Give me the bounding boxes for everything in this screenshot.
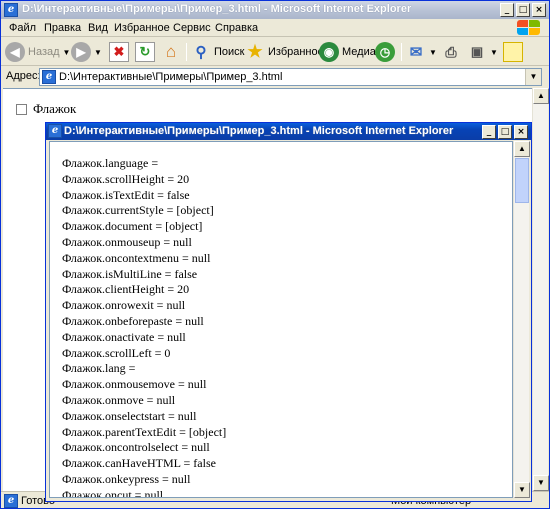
popup-window-title: D:\Интерактивные\Примеры\Пример_3.html -…: [64, 125, 454, 137]
mail-icon: ✉: [409, 44, 423, 61]
property-line: Флажок.onmousemove = null: [62, 377, 207, 392]
menu-help[interactable]: Справка: [215, 22, 258, 34]
property-line: Флажок.isTextEdit = false: [62, 187, 190, 202]
chevron-down-icon[interactable]: ▼: [490, 48, 498, 57]
discuss-button[interactable]: [503, 41, 523, 63]
property-line: Флажок.oncontextmenu = null: [62, 250, 211, 265]
address-label: Адрес:: [6, 70, 41, 82]
flag-checkbox[interactable]: [16, 103, 27, 115]
chevron-down-icon[interactable]: ▼: [63, 48, 71, 57]
popup-content: Флажок.language = Флажок.scrollHeight = 2…: [49, 141, 513, 498]
back-label: Назад: [28, 46, 60, 58]
mail-button[interactable]: ✉ ▼: [406, 41, 437, 63]
ie-status-icon: e: [4, 494, 18, 508]
search-icon: ⚲: [195, 44, 207, 61]
maximize-button[interactable]: □: [516, 3, 530, 17]
property-line: Флажок.scrollHeight = 20: [62, 171, 190, 186]
property-line: Флажок.clientHeight = 20: [62, 282, 190, 297]
home-icon: ⌂: [165, 42, 177, 61]
property-line: Флажок.isMultiLine = false: [62, 266, 198, 281]
property-line: Флажок.oncut = null: [62, 487, 164, 498]
forward-button[interactable]: ▶ ▼: [71, 41, 102, 63]
note-icon: [503, 42, 523, 62]
address-value: D:\Интерактивные\Примеры\Пример_3.html: [59, 71, 283, 83]
windows-logo-icon: [517, 20, 543, 36]
popup-vertical-scrollbar[interactable]: ▲ ▼: [513, 141, 530, 498]
menu-favorites[interactable]: Избранное: [114, 22, 170, 34]
search-button[interactable]: ⚲ Поиск: [191, 41, 245, 63]
property-line: Флажок.lang =: [62, 361, 136, 376]
chevron-down-icon[interactable]: ▼: [94, 48, 102, 57]
edit-icon: ▣: [470, 44, 484, 59]
property-line: Флажок.onmouseup = null: [62, 234, 192, 249]
stop-button[interactable]: ✖: [109, 41, 129, 63]
menu-bar: Файл Правка Вид Избранное Сервис Справка: [1, 19, 549, 37]
property-line: Флажок.onrowexit = null: [62, 298, 186, 313]
print-button[interactable]: ⎙: [441, 41, 461, 63]
ie-icon: e: [48, 124, 62, 138]
media-button[interactable]: ◉ Медиа: [319, 41, 376, 63]
property-line: Флажок.parentTextEdit = [object]: [62, 424, 227, 439]
checkbox-row[interactable]: Флажок: [16, 101, 76, 117]
popup-maximize-button[interactable]: □: [498, 125, 512, 139]
popup-title-bar[interactable]: e D:\Интерактивные\Примеры\Пример_3.html…: [46, 123, 531, 140]
menu-view[interactable]: Вид: [88, 22, 108, 34]
checkbox-label: Флажок: [33, 101, 77, 116]
property-line: Флажок.onmove = null: [62, 392, 176, 407]
history-icon: ◷: [375, 42, 395, 62]
menu-tools[interactable]: Сервис: [173, 22, 211, 34]
scroll-down-icon[interactable]: ▼: [533, 475, 549, 491]
main-window-title: D:\Интерактивные\Примеры\Пример_3.html -…: [22, 3, 412, 15]
address-dropdown-icon[interactable]: ▼: [525, 69, 541, 85]
media-globe-icon: ◉: [319, 42, 339, 62]
main-vertical-scrollbar[interactable]: ▲ ▼: [532, 88, 549, 491]
ie-page-icon: e: [42, 70, 56, 84]
refresh-icon: ↻: [135, 42, 155, 62]
address-bar: Адрес: e D:\Интерактивные\Примеры\Пример…: [1, 67, 549, 87]
minimize-button[interactable]: _: [500, 3, 514, 17]
print-icon: ⎙: [445, 43, 457, 60]
star-icon: ★: [247, 42, 263, 61]
property-line: Флажок.onselectstart = null: [62, 408, 197, 423]
main-title-bar[interactable]: e D:\Интерактивные\Примеры\Пример_3.html…: [1, 1, 549, 19]
chevron-down-icon[interactable]: ▼: [429, 48, 437, 57]
favorites-label: Избранное: [268, 46, 324, 58]
menu-edit[interactable]: Правка: [44, 22, 81, 34]
scroll-up-icon[interactable]: ▲: [533, 88, 549, 104]
home-button[interactable]: ⌂: [161, 41, 181, 63]
media-label: Медиа: [342, 46, 376, 58]
toolbar: ◀ Назад ▼ ▶ ▼ ✖ ↻ ⌂ ⚲ Поиск ★ Избранное …: [1, 38, 549, 66]
property-line: Флажок.canHaveHTML = false: [62, 456, 216, 471]
refresh-button[interactable]: ↻: [135, 41, 155, 63]
back-button[interactable]: ◀ Назад ▼: [5, 41, 70, 63]
property-line: Флажок.language =: [62, 156, 159, 170]
search-label: Поиск: [214, 46, 245, 58]
favorites-button[interactable]: ★ Избранное: [245, 41, 324, 63]
back-arrow-icon: ◀: [5, 42, 25, 62]
property-line: Флажок.onbeforepaste = null: [62, 313, 204, 328]
close-button[interactable]: ×: [532, 3, 546, 17]
scroll-thumb[interactable]: [515, 158, 529, 203]
forward-arrow-icon: ▶: [71, 42, 91, 62]
property-line: Флажок.currentStyle = [object]: [62, 203, 214, 218]
scroll-up-icon[interactable]: ▲: [514, 141, 530, 157]
address-input[interactable]: e D:\Интерактивные\Примеры\Пример_3.html…: [39, 68, 542, 86]
history-button[interactable]: ◷: [375, 41, 395, 63]
popup-minimize-button[interactable]: _: [482, 125, 496, 139]
property-line: Флажок.onkeypress = null: [62, 471, 191, 486]
scroll-down-icon[interactable]: ▼: [514, 482, 530, 498]
property-list: Флажок.language = Флажок.scrollHeight = 2…: [62, 156, 227, 498]
ie-icon: e: [4, 3, 18, 17]
popup-close-button[interactable]: ×: [514, 125, 528, 139]
property-line: Флажок.oncontrolselect = null: [62, 440, 210, 455]
property-line: Флажок.scrollLeft = 0: [62, 345, 171, 360]
property-line: Флажок.onactivate = null: [62, 329, 186, 344]
menu-file[interactable]: Файл: [9, 22, 36, 34]
stop-icon: ✖: [109, 42, 129, 62]
popup-window: e D:\Интерактивные\Примеры\Пример_3.html…: [45, 122, 532, 502]
property-line: Флажок.document = [object]: [62, 219, 203, 234]
edit-button[interactable]: ▣ ▼: [467, 41, 498, 63]
